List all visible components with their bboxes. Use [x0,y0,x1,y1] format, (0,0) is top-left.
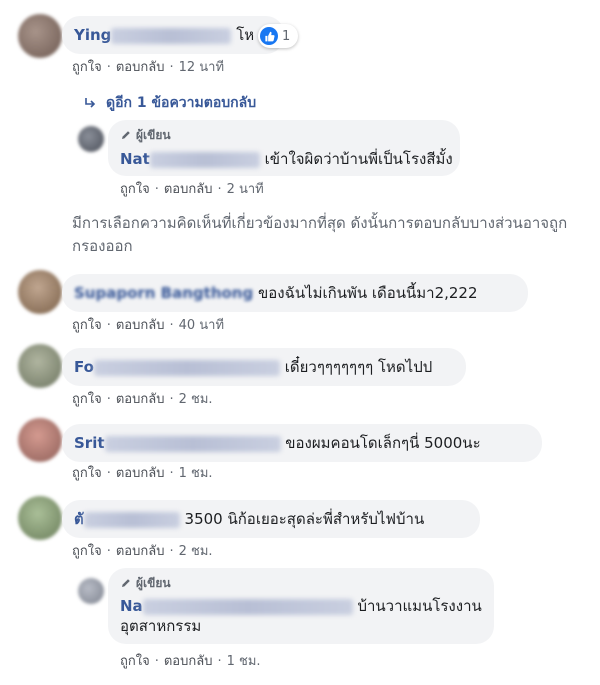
author-badge: ผู้เขียน [120,125,448,145]
like-link[interactable]: ถูกใจ [72,60,102,75]
comment-bubble: Supaporn Bangthong ของฉันไม่เกินพัน เดือ… [62,274,528,312]
reply-link[interactable]: ตอบกลับ [116,544,165,559]
avatar[interactable] [18,14,62,58]
comment-actions: ถูกใจ · ตอบกลับ · 1 ชม. [72,462,213,483]
like-link[interactable]: ถูกใจ [72,318,102,333]
comment-actions: ถูกใจ · ตอบกลับ · 12 นาที [72,56,224,77]
commenter-name[interactable]: Supaporn Bangthong [74,284,253,302]
reply-bubble: ผู้เขียน Na บ้านวาแมนโรงงาน อุตสาหกรรม [108,568,494,644]
blurred-name [93,359,280,376]
reply-link[interactable]: ตอบกลับ [164,182,213,197]
reply-link[interactable]: ตอบกลับ [116,392,165,407]
reply-bubble: ผู้เขียน Nat เข้าใจผิดว่าบ้านพี่เป็นโรงส… [108,120,460,176]
timestamp[interactable]: 2 นาที [227,182,264,197]
like-link[interactable]: ถูกใจ [120,654,150,669]
reply-text-line-1: บ้านวาแมนโรงงาน [357,597,482,615]
avatar[interactable] [18,344,62,388]
blurred-name [83,511,180,528]
commenter-name[interactable]: ตั [74,510,84,528]
author-label: ผู้เขียน [136,576,171,590]
timestamp[interactable]: 40 นาที [179,318,224,333]
comment-bubble: Ying โห [62,16,284,54]
like-link[interactable]: ถูกใจ [72,466,102,481]
reply-arrow-icon [85,98,96,108]
separator: · [154,654,159,669]
separator: · [169,392,174,407]
commenter-name[interactable]: Fo [74,358,94,376]
separator: · [169,60,174,75]
view-more-replies-link[interactable]: ดูอีก 1 ข้อความตอบกลับ [84,92,256,114]
reply-text-line-2: อุตสาหกรรม [120,617,202,635]
timestamp[interactable]: 2 ชม. [179,392,213,407]
separator: · [169,466,174,481]
comment-actions: ถูกใจ · ตอบกลับ · 2 ชม. [72,540,213,561]
timestamp[interactable]: 1 ชม. [179,466,213,481]
reply-link[interactable]: ตอบกลับ [116,318,165,333]
view-more-replies-label: ดูอีก 1 ข้อความตอบกลับ [106,95,257,111]
blurred-name [104,435,281,452]
separator: · [154,182,159,197]
pencil-icon [122,131,130,139]
comment-text: เดี๋ยวๆๆๆๆๆๆๆ โหดไปป [284,358,433,376]
like-link[interactable]: ถูกใจ [72,392,102,407]
comment-actions: ถูกใจ · ตอบกลับ · 40 นาที [72,314,224,335]
separator: · [169,544,174,559]
timestamp[interactable]: 1 ชม. [227,654,261,669]
commenter-name[interactable]: Na [120,597,143,615]
reply-actions: ถูกใจ · ตอบกลับ · 2 นาที [120,178,264,199]
avatar[interactable] [18,496,62,540]
separator: · [106,318,111,333]
avatar[interactable] [18,418,62,462]
reply-link[interactable]: ตอบกลับ [116,466,165,481]
reply-link[interactable]: ตอบกลับ [116,60,165,75]
reaction-count: 1 [282,28,291,44]
separator: · [106,544,111,559]
blurred-name [142,598,353,615]
avatar[interactable] [78,126,104,152]
commenter-name[interactable]: Nat [120,150,150,168]
like-link[interactable]: ถูกใจ [72,544,102,559]
author-label: ผู้เขียน [136,128,171,142]
comment-text: โห [236,26,255,44]
separator: · [217,654,222,669]
reply-text: เข้าใจผิดว่าบ้านพี่เป็นโรงสีมั้ง [264,150,453,168]
avatar[interactable] [78,578,104,604]
reply-actions: ถูกใจ · ตอบกลับ · 1 ชม. [120,650,261,671]
comment-text: 3500 นิก้อเยอะสุดล่ะพี่สำหรับไฟบ้าน [184,510,425,528]
separator: · [169,318,174,333]
blurred-name [111,27,232,44]
separator: · [106,392,111,407]
reply-link[interactable]: ตอบกลับ [164,654,213,669]
pencil-icon [122,579,130,587]
avatar[interactable] [18,270,62,314]
thumbs-up-icon [260,27,278,45]
filtered-replies-notice: มีการเลือกความคิดเห็นที่เกี่ยวข้องมากที่… [72,214,568,255]
author-badge: ผู้เขียน [120,573,482,593]
separator: · [217,182,222,197]
comment-bubble: Fo เดี๋ยวๆๆๆๆๆๆๆ โหดไปป [62,348,466,386]
comment-bubble: Srit ของผมคอนโดเล็กๆนี่ 5000นะ [62,424,542,462]
comment-text: ของผมคอนโดเล็กๆนี่ 5000นะ [285,434,481,452]
comment-actions: ถูกใจ · ตอบกลับ · 2 ชม. [72,388,213,409]
reaction-count-badge[interactable]: 1 [258,24,299,48]
commenter-name[interactable]: Srit [74,434,105,452]
like-link[interactable]: ถูกใจ [120,182,150,197]
commenter-name[interactable]: Ying [74,26,111,44]
separator: · [106,60,111,75]
comment-bubble: ตั 3500 นิก้อเยอะสุดล่ะพี่สำหรับไฟบ้าน [62,500,480,538]
blurred-name [149,151,260,168]
timestamp[interactable]: 2 ชม. [179,544,213,559]
timestamp[interactable]: 12 นาที [179,60,224,75]
comment-text: ของฉันไม่เกินพัน เดือนนี้มา2,222 [258,284,478,302]
separator: · [106,466,111,481]
